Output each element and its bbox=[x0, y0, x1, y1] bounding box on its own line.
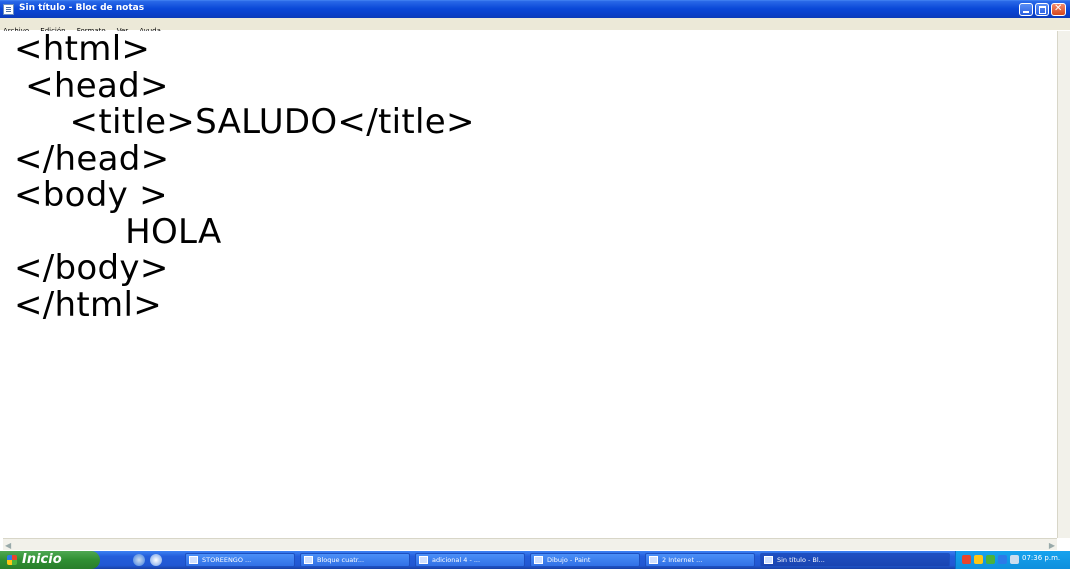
taskbar-item[interactable]: adicional 4 - ... bbox=[415, 553, 525, 567]
editor-line: </html> bbox=[14, 284, 162, 325]
network-icon[interactable] bbox=[1010, 555, 1019, 564]
editor-line: <head> bbox=[14, 65, 169, 106]
close-button[interactable] bbox=[1051, 3, 1066, 16]
editor-line: <html> bbox=[14, 31, 151, 69]
tray-icon[interactable] bbox=[962, 555, 971, 564]
internet-explorer-icon[interactable] bbox=[133, 554, 145, 566]
scroll-right-icon[interactable]: ▶ bbox=[1049, 541, 1055, 550]
window-icon bbox=[304, 556, 313, 564]
windows-logo-icon bbox=[7, 555, 17, 565]
start-button[interactable]: Inicio bbox=[0, 551, 100, 569]
window-title: Sin título - Bloc de notas bbox=[19, 3, 145, 13]
taskbar-item[interactable]: Bloque cuatr... bbox=[300, 553, 410, 567]
scroll-left-icon[interactable]: ◀ bbox=[5, 541, 11, 550]
taskbar-item[interactable]: Dibujo - Paint bbox=[530, 553, 640, 567]
taskbar: Inicio STOREENGO ... Bloque cuatr... adi… bbox=[0, 551, 1070, 569]
tray-icon[interactable] bbox=[998, 555, 1007, 564]
quicklaunch-icon[interactable] bbox=[150, 554, 162, 566]
title-bar: Sin título - Bloc de notas bbox=[0, 0, 1070, 18]
clock[interactable]: 07:36 p.m. bbox=[1022, 554, 1060, 562]
taskbar-item-active[interactable]: Sin título - Bl... bbox=[760, 553, 950, 567]
maximize-button[interactable] bbox=[1035, 3, 1049, 16]
horizontal-scrollbar[interactable]: ◀ ▶ bbox=[3, 538, 1057, 550]
window-icon bbox=[189, 556, 198, 564]
editor-line: </head> bbox=[14, 138, 170, 179]
text-editor[interactable]: <html> <head> <title>SALUDO</title> </hea… bbox=[3, 31, 1056, 538]
system-tray: 07:36 p.m. bbox=[955, 551, 1070, 569]
editor-line: <body > bbox=[14, 175, 168, 215]
editor-line: HOLA bbox=[14, 211, 222, 252]
start-label: Inicio bbox=[22, 552, 62, 567]
tray-icon[interactable] bbox=[974, 555, 983, 564]
editor-line: </body> bbox=[14, 248, 169, 288]
menu-bar: Archivo Edición Formato Ver Ayuda bbox=[0, 18, 1070, 35]
minimize-button[interactable] bbox=[1019, 3, 1033, 16]
notepad-icon bbox=[3, 4, 14, 15]
internet-explorer-icon bbox=[649, 556, 658, 564]
editor-line: <title>SALUDO</title> bbox=[14, 102, 475, 142]
notepad-icon bbox=[764, 556, 773, 564]
paint-icon bbox=[534, 556, 543, 564]
taskbar-item[interactable]: STOREENGO ... bbox=[185, 553, 295, 567]
tray-icon[interactable] bbox=[986, 555, 995, 564]
vertical-scrollbar[interactable] bbox=[1057, 31, 1070, 538]
taskbar-item[interactable]: 2 Internet ... bbox=[645, 553, 755, 567]
window-icon bbox=[419, 556, 428, 564]
